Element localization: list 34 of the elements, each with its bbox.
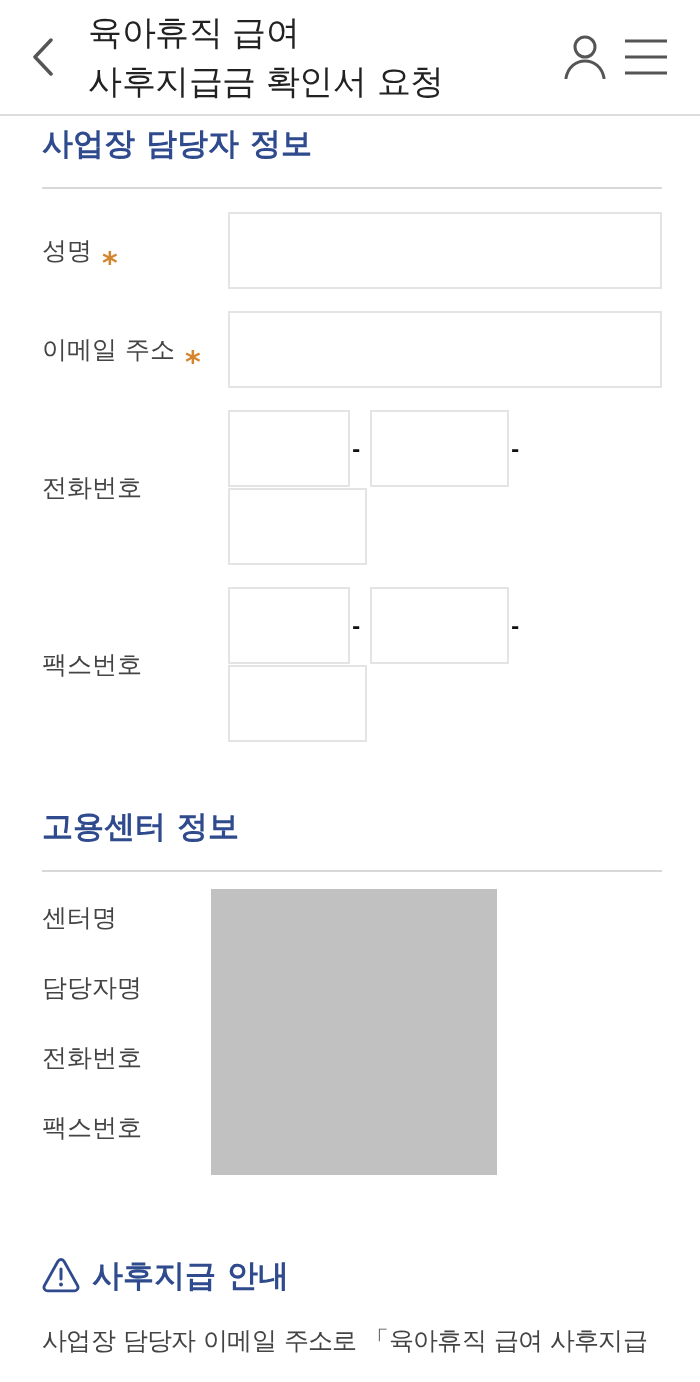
- info-label: 팩스번호: [42, 1112, 142, 1144]
- info-label: 센터명: [42, 902, 117, 934]
- dash-text: -: [352, 615, 361, 636]
- required-mark: *: [184, 342, 201, 365]
- user-button[interactable]: [562, 33, 608, 81]
- notice-title: 사후지급 안내: [92, 1256, 289, 1295]
- warning-icon: [42, 1257, 80, 1293]
- input-field[interactable]: [370, 410, 509, 487]
- field-label: 성명: [42, 234, 92, 267]
- menu-button[interactable]: [622, 37, 670, 77]
- dash-text: -: [511, 438, 520, 459]
- dash-text: -: [352, 438, 361, 459]
- dash-text: -: [511, 615, 520, 636]
- field-label: 이메일 주소: [42, 333, 175, 366]
- input-field[interactable]: [228, 212, 662, 289]
- section-title: 사업장 담당자 정보: [42, 124, 312, 163]
- input-field[interactable]: [370, 587, 509, 664]
- back-button[interactable]: [30, 36, 56, 78]
- section-title: 고용센터 정보: [42, 807, 239, 846]
- page-title: 육아휴직 급여 사후지급금 확인서 요청: [88, 11, 445, 103]
- notice-text: 사업장 담당자 이메일 주소로 「육아휴직 급여 사후지급: [42, 1325, 649, 1357]
- input-field[interactable]: [228, 311, 662, 388]
- input-field[interactable]: [228, 665, 367, 742]
- field-label: 팩스번호: [42, 648, 142, 681]
- field-label: 전화번호: [42, 471, 142, 504]
- chevron-left-icon: [32, 38, 54, 76]
- info-label: 전화번호: [42, 1042, 142, 1074]
- required-mark: *: [102, 243, 118, 266]
- input-field[interactable]: [228, 587, 350, 664]
- user-icon: [564, 35, 606, 79]
- info-label: 담당자명: [42, 972, 142, 1004]
- input-field[interactable]: [228, 488, 367, 565]
- menu-icon: [624, 39, 668, 75]
- input-field[interactable]: [228, 410, 350, 487]
